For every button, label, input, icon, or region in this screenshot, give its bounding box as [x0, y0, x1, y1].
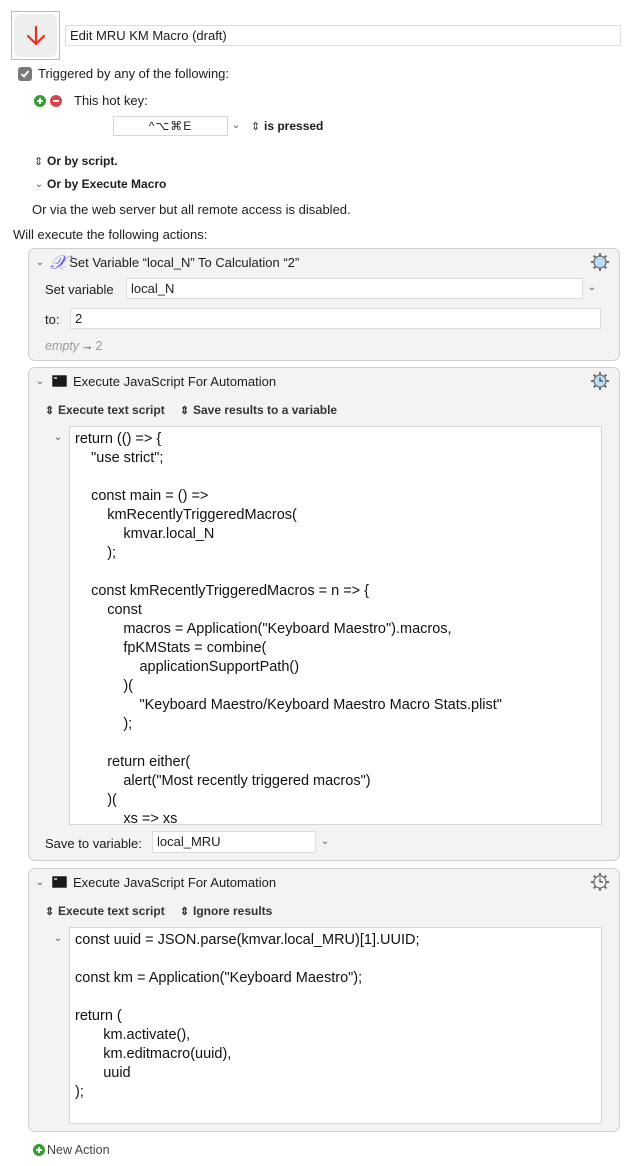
or-by-script-popup[interactable]: ⇕ Or by script.: [34, 154, 118, 168]
hotkey-condition-popup[interactable]: ⇕ is pressed: [251, 119, 323, 133]
save-variable-menu-chevron-icon[interactable]: ⌄: [319, 836, 331, 847]
save-to-variable-field[interactable]: local_MRU: [152, 831, 316, 853]
hotkey-menu-chevron-icon[interactable]: ⌄: [230, 120, 242, 131]
red-down-arrow-icon: [26, 25, 45, 45]
minus-icon: [53, 99, 59, 102]
action-set-variable[interactable]: ⌄ 𝒳 Set Variable “local_N” To Calculatio…: [28, 248, 620, 361]
terminal-icon: [52, 876, 67, 888]
or-by-execute-macro-label: Or by Execute Macro: [47, 177, 167, 191]
preview-result: 2: [95, 339, 103, 353]
chevron-down-icon: ⌄: [34, 178, 44, 190]
collapse-chevron-icon[interactable]: ⌄: [34, 877, 46, 888]
variable-menu-chevron-icon[interactable]: ⌄: [586, 282, 598, 293]
hotkey-field[interactable]: ^⌥⌘E: [113, 116, 228, 136]
action-execute-jxa-1[interactable]: ⌄ Execute JavaScript For Automation ⇕ Ex…: [28, 367, 620, 861]
action-execute-jxa-2[interactable]: ⌄ Execute JavaScript For Automation ⇕ Ex…: [28, 868, 620, 1132]
or-by-execute-macro-disclosure[interactable]: ⌄ Or by Execute Macro: [34, 177, 167, 191]
updown-chevron-icon: ⇕: [34, 155, 44, 168]
script-editor[interactable]: return (() => { "use strict"; const main…: [69, 426, 602, 825]
execute-mode-popup[interactable]: ⇕ Execute text script: [45, 904, 165, 918]
hotkey-label: This hot key:: [74, 93, 148, 108]
macro-title-field[interactable]: Edit MRU KM Macro (draft): [65, 25, 621, 46]
or-by-script-label: Or by script.: [47, 154, 118, 168]
script-editor[interactable]: const uuid = JSON.parse(kmvar.local_MRU)…: [69, 927, 602, 1124]
updown-chevron-icon: ⇕: [45, 404, 55, 417]
new-action-button[interactable]: New Action: [33, 1143, 110, 1157]
arrow-right-icon: →: [81, 339, 94, 353]
triggers-enabled-label: Triggered by any of the following:: [38, 66, 230, 81]
result-mode-popup[interactable]: ⇕ Ignore results: [180, 904, 272, 918]
actions-heading: Will execute the following actions:: [13, 227, 208, 242]
execute-mode-popup[interactable]: ⇕ Execute text script: [45, 403, 165, 417]
gear-clock-icon[interactable]: [590, 872, 610, 892]
plus-icon: [33, 1144, 45, 1156]
script-disclosure-chevron-icon[interactable]: ⌄: [52, 432, 64, 443]
gear-clock-icon[interactable]: [590, 371, 610, 391]
plus-icon: [37, 97, 43, 104]
result-mode-popup[interactable]: ⇕ Save results to a variable: [180, 403, 337, 417]
action-title: Execute JavaScript For Automation: [73, 874, 277, 890]
script-disclosure-chevron-icon[interactable]: ⌄: [52, 933, 64, 944]
terminal-icon: [52, 375, 67, 387]
action-header[interactable]: ⌄ 𝒳 Set Variable “local_N” To Calculatio…: [29, 249, 299, 275]
remove-trigger-button[interactable]: [50, 94, 62, 107]
add-trigger-button[interactable]: [34, 94, 46, 107]
hotkey-condition-label: is pressed: [264, 119, 324, 133]
collapse-chevron-icon[interactable]: ⌄: [34, 376, 46, 387]
save-to-variable-label: Save to variable:: [45, 836, 142, 851]
variable-x-icon: 𝒳: [50, 250, 68, 274]
calculation-field[interactable]: 2: [70, 308, 601, 329]
execute-mode-label: Execute text script: [58, 403, 165, 417]
gear-icon[interactable]: [590, 252, 610, 272]
action-header[interactable]: ⌄ Execute JavaScript For Automation: [29, 368, 276, 394]
updown-chevron-icon: ⇕: [180, 404, 190, 417]
action-title: Set Variable “local_N” To Calculation “2…: [69, 254, 300, 270]
action-header[interactable]: ⌄ Execute JavaScript For Automation: [29, 869, 276, 895]
macro-icon-well[interactable]: [11, 11, 60, 60]
calculation-preview: empty → 2: [45, 339, 103, 353]
to-label: to:: [45, 312, 60, 327]
collapse-chevron-icon[interactable]: ⌄: [34, 257, 46, 268]
hotkey-trigger-row: This hot key:: [34, 93, 148, 108]
result-mode-label: Ignore results: [193, 904, 273, 918]
updown-chevron-icon: ⇕: [180, 905, 190, 918]
result-mode-label: Save results to a variable: [193, 403, 338, 417]
updown-chevron-icon: ⇕: [251, 120, 261, 133]
new-action-label: New Action: [47, 1143, 110, 1157]
set-variable-label: Set variable: [45, 282, 114, 297]
triggers-enabled-checkbox[interactable]: [18, 66, 32, 81]
triggers-enabled-row[interactable]: Triggered by any of the following:: [18, 66, 229, 81]
updown-chevron-icon: ⇕: [45, 905, 55, 918]
action-title: Execute JavaScript For Automation: [73, 373, 277, 389]
execute-mode-label: Execute text script: [58, 904, 165, 918]
web-server-note: Or via the web server but all remote acc…: [32, 202, 351, 217]
checkmark-icon: [20, 69, 30, 78]
variable-name-field[interactable]: local_N: [126, 278, 583, 299]
preview-prefix: empty: [45, 339, 80, 353]
